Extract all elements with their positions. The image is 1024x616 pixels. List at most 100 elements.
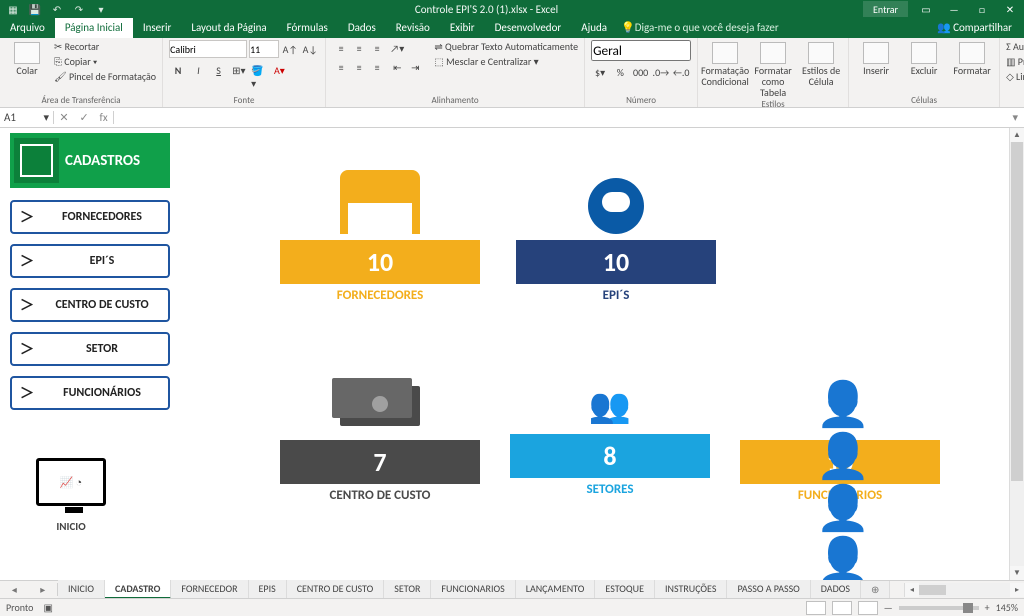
decrease-decimal-icon[interactable]: ←.0 [672,63,690,81]
tab-layout[interactable]: Layout da Página [181,18,276,38]
copy-button[interactable]: ⎘ Copiar ▾ [54,55,156,69]
vertical-scrollbar[interactable]: ▲ ▼ [1009,128,1024,580]
format-painter-button[interactable]: 🖌 Pincel de Formatação [54,70,156,84]
zoom-slider[interactable] [899,606,979,610]
paste-button[interactable]: Colar [6,40,48,76]
sheet-tab[interactable]: CADASTRO [105,580,171,599]
sheet-tab[interactable]: LANÇAMENTO [516,580,596,599]
insert-cells-button[interactable]: Inserir [855,40,897,76]
zoom-level[interactable]: 145% [996,601,1018,614]
italic-button[interactable]: I [189,61,207,79]
page-break-view-button[interactable] [858,601,878,615]
qat-dropdown-icon[interactable]: ▾ [92,1,110,17]
name-box[interactable]: A1▾ [0,111,54,124]
format-as-table-button[interactable]: Formatar como Tabela [752,40,794,98]
tab-view[interactable]: Exibir [440,18,485,38]
tab-file[interactable]: Arquivo [0,18,55,38]
sign-in-button[interactable]: Entrar [863,1,908,17]
align-bottom-icon[interactable]: ≡ [368,40,386,58]
sheet-tab[interactable]: DADOS [811,580,861,599]
sheet-tab[interactable]: CENTRO DE CUSTO [287,580,385,599]
cut-button[interactable]: ✂ Recortar [54,40,156,54]
thousands-icon[interactable]: 000 [632,63,650,81]
wrap-text-button[interactable]: ⇌ Quebrar Texto Automaticamente [434,40,578,54]
maximize-button[interactable]: □ [968,0,996,18]
expand-formula-bar-icon[interactable]: ▾ [1006,111,1024,124]
fx-icon[interactable]: fx [99,111,107,124]
tab-formulas[interactable]: Fórmulas [277,18,338,38]
conditional-formatting-button[interactable]: Formatação Condicional [704,40,746,87]
tell-me-field[interactable]: 💡 Diga-me o que você deseja fazer [617,21,787,38]
nav-centro-custo[interactable]: ＞CENTRO DE CUSTO [10,288,170,322]
clear-button[interactable]: ◇ Limpar ▾ [1006,70,1024,84]
align-middle-icon[interactable]: ≡ [350,40,368,58]
bold-button[interactable]: N [169,61,187,79]
share-button[interactable]: 👥 Compartilhar [931,18,1024,38]
nav-epis[interactable]: ＞EPI´S [10,244,170,278]
nav-fornecedores[interactable]: ＞FORNECEDORES [10,200,170,234]
scroll-left-icon[interactable]: ◂ [905,583,919,597]
font-size-combo[interactable] [249,40,279,58]
align-right-icon[interactable]: ≡ [368,59,386,77]
font-color-button[interactable]: A▾ [270,61,288,79]
align-center-icon[interactable]: ≡ [350,59,368,77]
underline-button[interactable]: S [210,61,228,79]
close-button[interactable]: ✕ [996,0,1024,18]
sheet-tab[interactable]: FORNECEDOR [171,580,248,599]
accept-formula-icon[interactable]: ✓ [79,111,88,124]
font-name-combo[interactable] [169,40,247,58]
tab-review[interactable]: Revisão [386,18,440,38]
tab-home[interactable]: Página Inicial [55,18,133,38]
fill-color-button[interactable]: 🪣▾ [250,68,268,86]
orientation-icon[interactable]: ↗▾ [388,40,406,58]
increase-indent-icon[interactable]: ⇥ [406,59,424,77]
normal-view-button[interactable] [806,601,826,615]
sheet-tab[interactable]: EPIS [249,580,287,599]
increase-font-icon[interactable]: A↑ [281,40,299,58]
scroll-up-icon[interactable]: ▲ [1010,128,1024,142]
scroll-thumb[interactable] [1011,142,1023,481]
zoom-in-button[interactable]: + [985,601,990,614]
increase-decimal-icon[interactable]: .0→ [652,63,670,81]
decrease-indent-icon[interactable]: ⇤ [388,59,406,77]
merge-center-button[interactable]: ⬚ Mesclar e Centralizar ▾ [434,55,578,69]
horizontal-scrollbar[interactable]: ◂ ▸ [904,583,1024,597]
delete-cells-button[interactable]: Excluir [903,40,945,76]
undo-icon[interactable]: ↶ [48,1,66,17]
zoom-out-button[interactable]: — [884,601,893,614]
scroll-thumb[interactable] [919,585,946,595]
page-layout-view-button[interactable] [832,601,852,615]
autosum-button[interactable]: Σ AutoSoma ▾ [1006,40,1024,54]
nav-setor[interactable]: ＞SETOR [10,332,170,366]
tab-help[interactable]: Ajuda [571,18,617,38]
redo-icon[interactable]: ↷ [70,1,88,17]
number-format-combo[interactable] [591,40,691,61]
sheet-tab[interactable]: INICIO [58,580,105,599]
nav-funcionarios[interactable]: ＞FUNCIONÁRIOS [10,376,170,410]
add-sheet-button[interactable]: ⊕ [861,581,890,598]
sheet-tab[interactable]: PASSO A PASSO [727,580,810,599]
percent-icon[interactable]: % [611,63,629,81]
cell-styles-button[interactable]: Estilos de Célula [800,40,842,87]
sheet-tab[interactable]: SETOR [384,580,431,599]
align-left-icon[interactable]: ≡ [332,59,350,77]
scroll-down-icon[interactable]: ▼ [1010,566,1024,580]
tab-nav-prev-icon[interactable]: ◂ [12,583,17,596]
minimize-button[interactable]: — [940,0,968,18]
worksheet-area[interactable]: CADASTROS ＞FORNECEDORES ＞EPI´S ＞CENTRO D… [0,128,1009,580]
tab-insert[interactable]: Inserir [133,18,182,38]
ribbon-options-icon[interactable]: ▭ [912,0,940,18]
sheet-tab[interactable]: ESTOQUE [595,580,655,599]
tab-nav-next-icon[interactable]: ▸ [40,583,45,596]
decrease-font-icon[interactable]: A↓ [301,40,319,58]
cancel-formula-icon[interactable]: ✕ [59,111,68,124]
sheet-tab[interactable]: INSTRUÇÕES [655,580,727,599]
currency-icon[interactable]: $▾ [591,63,609,81]
border-button[interactable]: ⊞▾ [230,61,248,79]
chevron-down-icon[interactable]: ▾ [43,111,49,124]
fill-button[interactable]: ▥ Preencher ▾ [1006,55,1024,69]
tab-data[interactable]: Dados [338,18,386,38]
sheet-tab[interactable]: FUNCIONARIOS [431,580,515,599]
tab-developer[interactable]: Desenvolvedor [485,18,572,38]
save-icon[interactable]: 💾 [26,1,44,17]
